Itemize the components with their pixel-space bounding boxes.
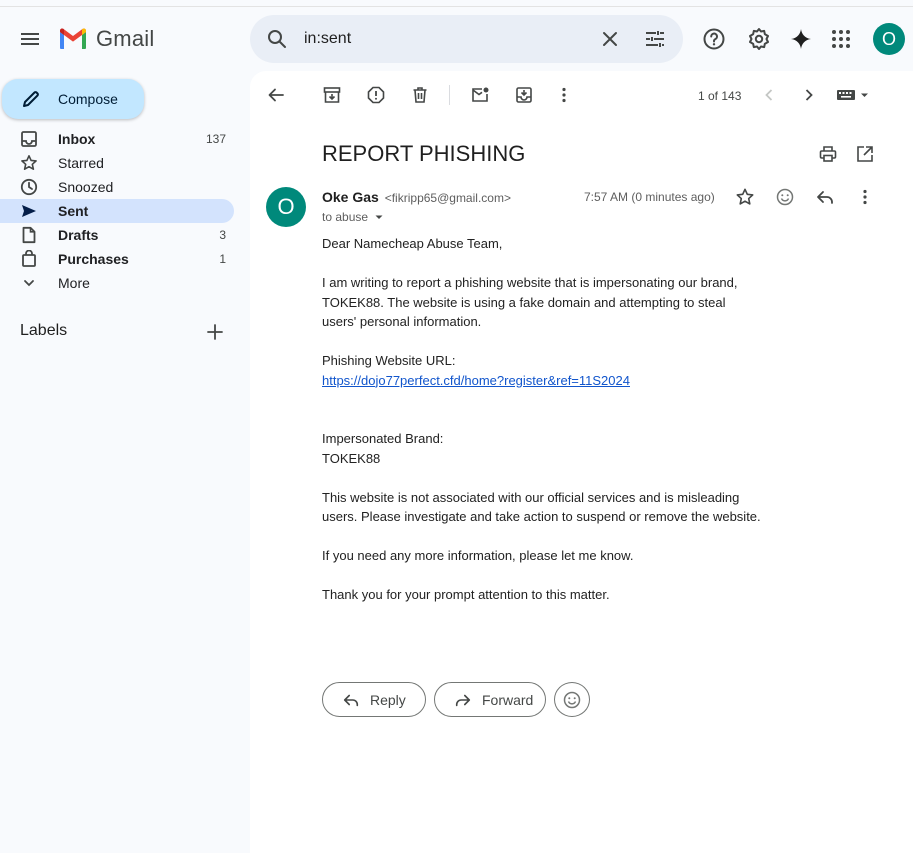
app-name: Gmail: [96, 26, 155, 51]
brand-value: TOKEK88: [322, 450, 381, 466]
sidebar-nav: Inbox 137 Starred Snoozed Sent Drafts 3: [0, 127, 234, 295]
url-label: Phishing Website URL:: [322, 353, 456, 368]
sidebar-item-label: Starred: [58, 155, 104, 171]
emoji-icon: [563, 691, 581, 708]
email-subject: REPORT PHISHING: [322, 141, 526, 166]
open-new-window-icon[interactable]: [855, 144, 875, 164]
help-icon[interactable]: [702, 27, 726, 51]
apps-grid-icon[interactable]: [829, 27, 853, 51]
sidebar-item-snoozed[interactable]: Snoozed: [0, 175, 234, 199]
gemini-sparkle-icon[interactable]: [789, 27, 813, 51]
sidebar-item-label: Sent: [58, 203, 89, 219]
search-bar: [250, 15, 683, 63]
star-icon: [21, 155, 37, 170]
sidebar-item-sent[interactable]: Sent: [0, 199, 234, 223]
purchases-icon: [22, 250, 36, 267]
mark-unread-icon[interactable]: [470, 85, 490, 105]
forward-button[interactable]: Forward: [434, 682, 546, 717]
sidebar-item-label: Purchases: [58, 251, 129, 267]
sidebar-item-drafts[interactable]: Drafts 3: [0, 223, 234, 247]
reply-icon: [343, 694, 359, 706]
sender-avatar[interactable]: O: [266, 187, 306, 227]
archive-icon[interactable]: [322, 85, 342, 105]
top-divider: [0, 6, 913, 7]
forward-label: Forward: [482, 691, 534, 708]
gmail-logo[interactable]: Gmail: [58, 26, 154, 52]
pencil-icon: [23, 91, 39, 107]
clock-icon: [20, 178, 38, 196]
gear-icon[interactable]: [747, 27, 771, 51]
reply-button[interactable]: Reply: [322, 682, 426, 717]
sidebar-item-purchases[interactable]: Purchases 1: [0, 247, 234, 271]
chevron-right-icon[interactable]: [799, 85, 819, 105]
brand-label: Impersonated Brand:: [322, 431, 444, 446]
keyboard-icon[interactable]: [836, 85, 872, 105]
sidebar-item-starred[interactable]: Starred: [0, 151, 234, 175]
email-closing: Thank you for your prompt attention to t…: [322, 587, 610, 602]
caret-down-icon: [375, 215, 383, 219]
sender-email: <fikripp65@gmail.com>: [384, 191, 511, 205]
print-icon[interactable]: [818, 144, 838, 164]
add-label-icon[interactable]: [205, 322, 225, 342]
sender-info: Oke Gas <fikripp65@gmail.com>: [322, 189, 511, 205]
toolbar-divider: [449, 85, 450, 105]
search-icon[interactable]: [265, 27, 289, 51]
recipient-details[interactable]: to abuse: [322, 210, 386, 224]
star-icon[interactable]: [735, 187, 755, 207]
unread-count: 3: [219, 228, 226, 242]
close-icon[interactable]: [598, 27, 622, 51]
chevron-left-icon[interactable]: [759, 85, 779, 105]
email-body: Dear Namecheap Abuse Team, I am writing …: [322, 234, 762, 624]
reply-icon[interactable]: [815, 187, 835, 207]
labels-heading: Labels: [20, 322, 68, 339]
sidebar-item-label: Drafts: [58, 227, 99, 243]
move-to-icon[interactable]: [514, 85, 534, 105]
delete-icon[interactable]: [410, 85, 430, 105]
message-panel: 1 of 143 REPORT PHISHING O Oke Gas <fikr…: [250, 71, 913, 853]
main-menu-icon[interactable]: [18, 27, 42, 51]
chevron-down-icon: [24, 280, 34, 287]
sidebar-item-label: Snoozed: [58, 179, 114, 195]
email-greeting: Dear Namecheap Abuse Team,: [322, 236, 503, 251]
recipient-label: to abuse: [322, 210, 369, 224]
sidebar-item-label: More: [58, 275, 90, 291]
sidebar-item-more[interactable]: More: [0, 271, 234, 295]
reply-label: Reply: [370, 691, 406, 708]
sidebar-item-inbox[interactable]: Inbox 137: [0, 127, 234, 151]
unread-count: 137: [205, 132, 226, 146]
more-vert-icon[interactable]: [855, 187, 875, 207]
email-paragraph: If you need any more information, please…: [322, 548, 634, 563]
more-vert-icon[interactable]: [554, 85, 574, 105]
sidebar-item-label: Inbox: [58, 131, 96, 147]
compose-label: Compose: [58, 91, 118, 107]
pager-count: 1 of 143: [698, 89, 742, 103]
emoji-reaction-button[interactable]: [554, 682, 590, 717]
report-spam-icon[interactable]: [366, 85, 386, 105]
emoji-reaction-icon[interactable]: [775, 187, 795, 207]
email-paragraph: I am writing to report a phishing websit…: [322, 275, 738, 329]
unread-count: 1: [219, 252, 226, 266]
phishing-url-link[interactable]: https://dojo77perfect.cfd/home?register&…: [322, 373, 630, 388]
search-options-icon[interactable]: [643, 27, 667, 51]
compose-button[interactable]: Compose: [2, 79, 144, 119]
forward-icon: [455, 694, 471, 706]
email-paragraph: This website is not associated with our …: [322, 489, 761, 525]
gmail-m-icon: [60, 28, 86, 49]
inbox-icon: [21, 131, 37, 147]
draft-icon: [22, 226, 36, 244]
send-icon: [22, 205, 36, 217]
search-input[interactable]: [304, 27, 584, 51]
message-time: 7:57 AM (0 minutes ago): [584, 190, 715, 204]
sender-name[interactable]: Oke Gas: [322, 189, 379, 205]
account-avatar[interactable]: O: [873, 23, 905, 55]
back-arrow-icon[interactable]: [266, 85, 286, 105]
